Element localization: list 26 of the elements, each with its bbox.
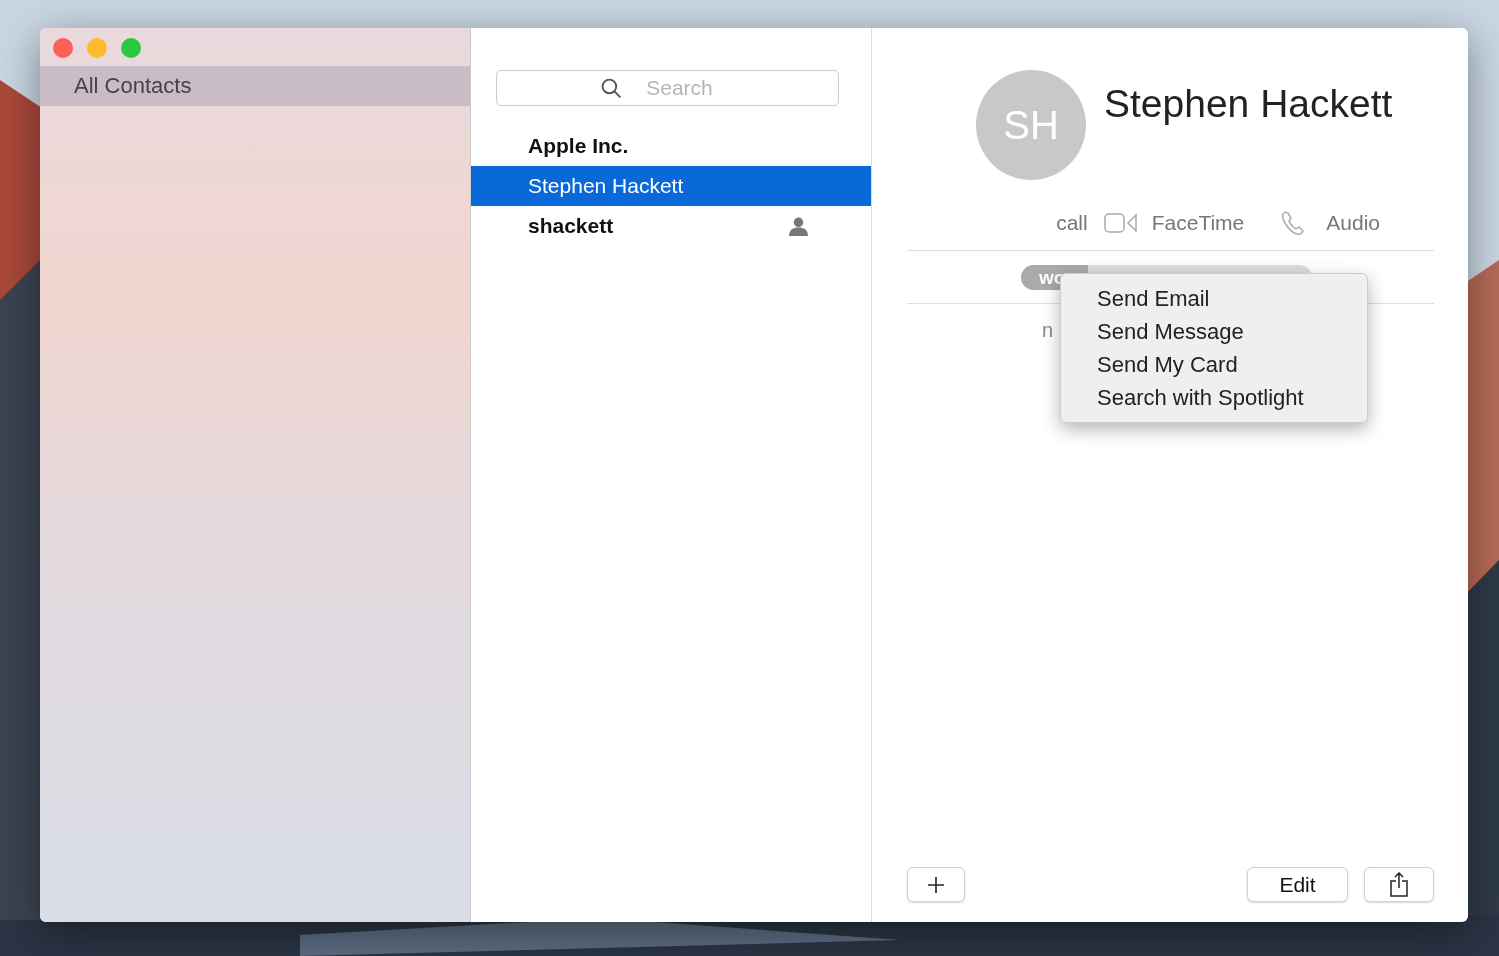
zoom-icon[interactable] [121, 38, 141, 58]
add-button[interactable] [907, 867, 965, 902]
share-icon [1389, 871, 1409, 898]
field-label: n [1042, 318, 1054, 341]
contact-row[interactable]: Stephen Hackett [471, 166, 871, 206]
close-icon[interactable] [53, 38, 73, 58]
action-link[interactable]: FaceTime [1151, 211, 1245, 235]
plus-icon [926, 874, 946, 895]
person-icon [788, 215, 809, 237]
menu-item[interactable]: Search with Spotlight [1061, 381, 1367, 414]
minimize-icon[interactable] [87, 38, 107, 58]
action-link[interactable]: Audio [1326, 211, 1380, 235]
contact-row[interactable]: shackett [471, 206, 871, 246]
search-field[interactable]: Search [496, 70, 839, 106]
menu-item[interactable]: Send Message [1061, 315, 1367, 348]
share-button[interactable] [1364, 867, 1434, 902]
menu-item[interactable]: Send My Card [1061, 348, 1367, 381]
sidebar-item[interactable]: All Contacts [40, 66, 470, 106]
call-label: call [1056, 211, 1088, 235]
video-camera-icon[interactable] [1103, 212, 1138, 234]
search-icon [600, 78, 622, 99]
contact-row[interactable]: Apple Inc. [471, 126, 871, 166]
phone-icon[interactable] [1280, 210, 1307, 236]
contact-name: Stephen Hackett [1104, 81, 1393, 126]
menu-item[interactable]: Send Email [1061, 282, 1367, 315]
edit-button[interactable]: Edit [1247, 867, 1348, 902]
